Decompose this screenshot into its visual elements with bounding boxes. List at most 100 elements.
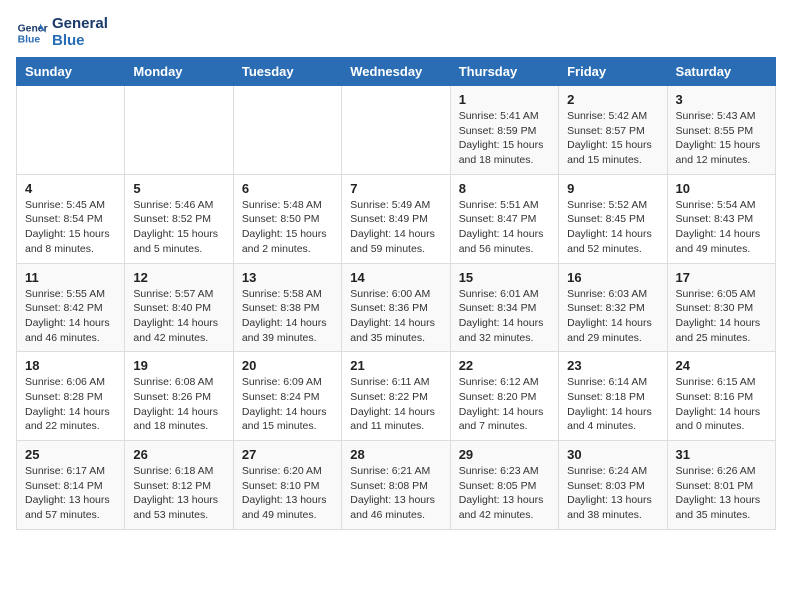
- col-header-saturday: Saturday: [667, 58, 775, 86]
- day-cell: 20 Sunrise: 6:09 AM Sunset: 8:24 PM Dayli…: [233, 352, 341, 441]
- col-header-friday: Friday: [559, 58, 667, 86]
- logo-text-general: General: [52, 16, 108, 33]
- day-number: 6: [242, 181, 333, 196]
- svg-text:Blue: Blue: [18, 34, 41, 45]
- day-number: 13: [242, 270, 333, 285]
- day-info: Sunrise: 5:48 AM Sunset: 8:50 PM Dayligh…: [242, 198, 333, 257]
- day-cell: 16Sunrise: 6:03 AM Sunset: 8:32 PM Dayli…: [559, 263, 667, 352]
- header-row: SundayMondayTuesdayWednesdayThursdayFrid…: [17, 58, 776, 86]
- day-cell: 9Sunrise: 5:52 AM Sunset: 8:45 PM Daylig…: [559, 174, 667, 263]
- col-header-thursday: Thursday: [450, 58, 558, 86]
- day-cell: 12Sunrise: 5:57 AM Sunset: 8:40 PM Dayli…: [125, 263, 233, 352]
- day-cell: [342, 86, 450, 175]
- day-cell: 31 Sunrise: 6:26 AM Sunset: 8:01 PM Dayli…: [667, 441, 775, 530]
- day-info: Sunrise: 5:57 AM Sunset: 8:40 PM Dayligh…: [133, 287, 224, 346]
- col-header-monday: Monday: [125, 58, 233, 86]
- day-cell: 3 Sunrise: 5:43 AM Sunset: 8:55 PM Daylig…: [667, 86, 775, 175]
- col-header-sunday: Sunday: [17, 58, 125, 86]
- day-cell: 28Sunrise: 6:21 AM Sunset: 8:08 PM Dayli…: [342, 441, 450, 530]
- day-cell: 2 Sunrise: 5:42 AM Sunset: 8:57 PM Daylig…: [559, 86, 667, 175]
- day-cell: 19 Sunrise: 6:08 AM Sunset: 8:26 PM Dayli…: [125, 352, 233, 441]
- day-cell: 22 Sunrise: 6:12 AM Sunset: 8:20 PM Dayli…: [450, 352, 558, 441]
- day-cell: 10 Sunrise: 5:54 AM Sunset: 8:43 PM Dayli…: [667, 174, 775, 263]
- day-number: 5: [133, 181, 224, 196]
- week-row-3: 11 Sunrise: 5:55 AM Sunset: 8:42 PM Dayli…: [17, 263, 776, 352]
- day-cell: 26Sunrise: 6:18 AM Sunset: 8:12 PM Dayli…: [125, 441, 233, 530]
- day-cell: 18 Sunrise: 6:06 AM Sunset: 8:28 PM Dayli…: [17, 352, 125, 441]
- week-row-2: 4Sunrise: 5:45 AM Sunset: 8:54 PM Daylig…: [17, 174, 776, 263]
- day-info: Sunrise: 6:26 AM Sunset: 8:01 PM Dayligh…: [676, 464, 767, 523]
- day-info: Sunrise: 5:58 AM Sunset: 8:38 PM Dayligh…: [242, 287, 333, 346]
- day-cell: 23 Sunrise: 6:14 AM Sunset: 8:18 PM Dayli…: [559, 352, 667, 441]
- day-info: Sunrise: 6:06 AM Sunset: 8:28 PM Dayligh…: [25, 375, 116, 434]
- day-number: 16: [567, 270, 658, 285]
- day-number: 3: [676, 92, 767, 107]
- day-cell: 4Sunrise: 5:45 AM Sunset: 8:54 PM Daylig…: [17, 174, 125, 263]
- day-info: Sunrise: 6:05 AM Sunset: 8:30 PM Dayligh…: [676, 287, 767, 346]
- day-info: Sunrise: 5:41 AM Sunset: 8:59 PM Dayligh…: [459, 109, 550, 168]
- day-cell: 7Sunrise: 5:49 AM Sunset: 8:49 PM Daylig…: [342, 174, 450, 263]
- day-info: Sunrise: 5:49 AM Sunset: 8:49 PM Dayligh…: [350, 198, 441, 257]
- day-info: Sunrise: 6:12 AM Sunset: 8:20 PM Dayligh…: [459, 375, 550, 434]
- day-cell: 29Sunrise: 6:23 AM Sunset: 8:05 PM Dayli…: [450, 441, 558, 530]
- day-number: 27: [242, 447, 333, 462]
- day-number: 22: [459, 358, 550, 373]
- day-cell: 17 Sunrise: 6:05 AM Sunset: 8:30 PM Dayli…: [667, 263, 775, 352]
- day-number: 19: [133, 358, 224, 373]
- day-number: 1: [459, 92, 550, 107]
- day-number: 25: [25, 447, 116, 462]
- day-info: Sunrise: 6:15 AM Sunset: 8:16 PM Dayligh…: [676, 375, 767, 434]
- day-cell: 6 Sunrise: 5:48 AM Sunset: 8:50 PM Daylig…: [233, 174, 341, 263]
- day-number: 30: [567, 447, 658, 462]
- day-info: Sunrise: 6:14 AM Sunset: 8:18 PM Dayligh…: [567, 375, 658, 434]
- day-number: 31: [676, 447, 767, 462]
- day-cell: [233, 86, 341, 175]
- week-row-1: 1 Sunrise: 5:41 AM Sunset: 8:59 PM Daylig…: [17, 86, 776, 175]
- day-cell: 27Sunrise: 6:20 AM Sunset: 8:10 PM Dayli…: [233, 441, 341, 530]
- day-cell: 15Sunrise: 6:01 AM Sunset: 8:34 PM Dayli…: [450, 263, 558, 352]
- col-header-wednesday: Wednesday: [342, 58, 450, 86]
- day-number: 8: [459, 181, 550, 196]
- day-info: Sunrise: 6:00 AM Sunset: 8:36 PM Dayligh…: [350, 287, 441, 346]
- day-info: Sunrise: 5:42 AM Sunset: 8:57 PM Dayligh…: [567, 109, 658, 168]
- day-cell: [17, 86, 125, 175]
- day-info: Sunrise: 6:09 AM Sunset: 8:24 PM Dayligh…: [242, 375, 333, 434]
- day-number: 4: [25, 181, 116, 196]
- day-number: 15: [459, 270, 550, 285]
- day-info: Sunrise: 6:18 AM Sunset: 8:12 PM Dayligh…: [133, 464, 224, 523]
- day-number: 21: [350, 358, 441, 373]
- day-number: 2: [567, 92, 658, 107]
- day-cell: 25 Sunrise: 6:17 AM Sunset: 8:14 PM Dayli…: [17, 441, 125, 530]
- day-number: 20: [242, 358, 333, 373]
- logo-icon: General Blue: [16, 17, 48, 49]
- logo-text-blue: Blue: [52, 33, 108, 50]
- day-number: 24: [676, 358, 767, 373]
- day-number: 29: [459, 447, 550, 462]
- day-info: Sunrise: 6:08 AM Sunset: 8:26 PM Dayligh…: [133, 375, 224, 434]
- day-info: Sunrise: 5:43 AM Sunset: 8:55 PM Dayligh…: [676, 109, 767, 168]
- day-cell: 24 Sunrise: 6:15 AM Sunset: 8:16 PM Dayli…: [667, 352, 775, 441]
- day-cell: 30Sunrise: 6:24 AM Sunset: 8:03 PM Dayli…: [559, 441, 667, 530]
- day-cell: 1 Sunrise: 5:41 AM Sunset: 8:59 PM Daylig…: [450, 86, 558, 175]
- day-info: Sunrise: 5:51 AM Sunset: 8:47 PM Dayligh…: [459, 198, 550, 257]
- day-info: Sunrise: 5:55 AM Sunset: 8:42 PM Dayligh…: [25, 287, 116, 346]
- day-cell: 14 Sunrise: 6:00 AM Sunset: 8:36 PM Dayli…: [342, 263, 450, 352]
- day-number: 11: [25, 270, 116, 285]
- day-number: 9: [567, 181, 658, 196]
- col-header-tuesday: Tuesday: [233, 58, 341, 86]
- page-header: General Blue General Blue: [16, 16, 776, 49]
- day-number: 10: [676, 181, 767, 196]
- day-cell: [125, 86, 233, 175]
- day-number: 18: [25, 358, 116, 373]
- day-number: 17: [676, 270, 767, 285]
- logo: General Blue General Blue: [16, 16, 108, 49]
- day-cell: 21 Sunrise: 6:11 AM Sunset: 8:22 PM Dayli…: [342, 352, 450, 441]
- day-info: Sunrise: 6:11 AM Sunset: 8:22 PM Dayligh…: [350, 375, 441, 434]
- day-cell: 5 Sunrise: 5:46 AM Sunset: 8:52 PM Daylig…: [125, 174, 233, 263]
- week-row-5: 25 Sunrise: 6:17 AM Sunset: 8:14 PM Dayli…: [17, 441, 776, 530]
- day-info: Sunrise: 6:17 AM Sunset: 8:14 PM Dayligh…: [25, 464, 116, 523]
- day-info: Sunrise: 5:46 AM Sunset: 8:52 PM Dayligh…: [133, 198, 224, 257]
- day-number: 23: [567, 358, 658, 373]
- day-info: Sunrise: 5:54 AM Sunset: 8:43 PM Dayligh…: [676, 198, 767, 257]
- day-number: 14: [350, 270, 441, 285]
